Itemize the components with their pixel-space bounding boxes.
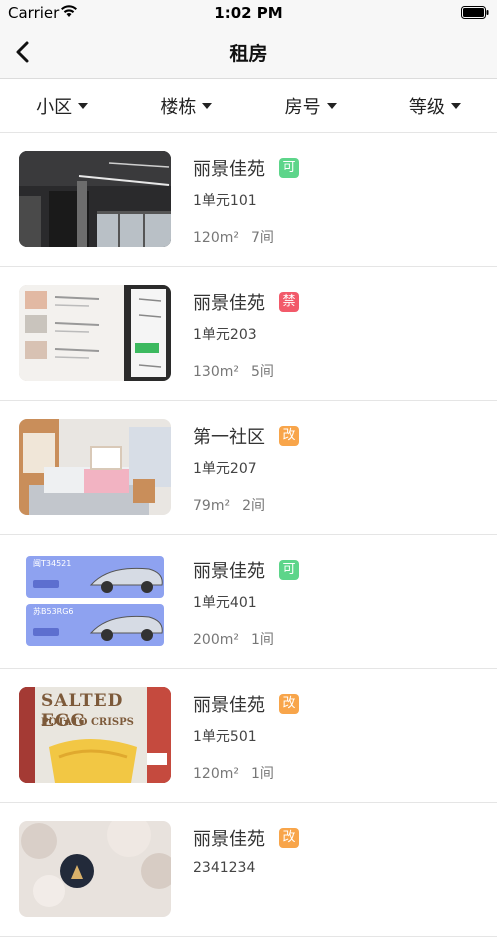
filter-label: 楼栋 bbox=[160, 96, 197, 118]
caret-down-icon bbox=[202, 102, 213, 109]
listing-area: 200m² bbox=[193, 632, 239, 648]
listing-thumbnail: SALTED EGG POTATO CRISPS bbox=[19, 687, 171, 783]
filter-label: 房号 bbox=[284, 96, 321, 118]
listing-unit: 1单元501 bbox=[193, 729, 257, 745]
listing-meta: 79m² 2间 bbox=[193, 495, 265, 515]
listing-unit: 1单元203 bbox=[193, 327, 257, 343]
filter-building[interactable]: 楼栋 bbox=[124, 79, 248, 132]
listing-area: 79m² bbox=[193, 498, 231, 514]
listing-unit: 1单元401 bbox=[193, 595, 257, 611]
listing-name: 丽景佳苑 bbox=[193, 695, 265, 716]
listing-row[interactable]: 丽景佳苑 禁 1单元203 130m² 5间 bbox=[0, 267, 497, 401]
filter-room-number[interactable]: 房号 bbox=[249, 79, 373, 132]
listing-row[interactable]: SALTED EGG POTATO CRISPS 丽景佳苑 改 1单元501 1… bbox=[0, 669, 497, 803]
listing-name: 丽景佳苑 bbox=[193, 829, 265, 850]
status-badge: 改 bbox=[279, 426, 299, 446]
filter-grade[interactable]: 等级 bbox=[373, 79, 497, 132]
listing-row[interactable]: 丽景佳苑 改 2341234 bbox=[0, 803, 497, 937]
status-badge: 改 bbox=[279, 828, 299, 848]
listing-name: 丽景佳苑 bbox=[193, 561, 265, 582]
listing-thumbnail bbox=[19, 285, 171, 381]
listing-meta: 200m² 1间 bbox=[193, 629, 274, 649]
package-text: POTATO CRISPS bbox=[41, 717, 134, 728]
status-bar: Carrier 1:02 PM bbox=[0, 0, 497, 26]
listing-thumbnail: 闽T34521 苏B53RG6 bbox=[19, 553, 171, 649]
car-card-plate: 苏B53RG6 bbox=[33, 607, 74, 616]
listing-meta: 130m² 5间 bbox=[193, 361, 274, 381]
listing-thumbnail bbox=[19, 151, 171, 247]
listing-thumbnail bbox=[19, 419, 171, 515]
listing-meta: 120m² 7间 bbox=[193, 227, 274, 247]
listing-row[interactable]: 第一社区 改 1单元207 79m² 2间 bbox=[0, 401, 497, 535]
listing-rooms: 2间 bbox=[242, 498, 265, 514]
listing-area: 120m² bbox=[193, 230, 239, 246]
listing-rooms: 5间 bbox=[250, 364, 274, 380]
listing-rooms: 1间 bbox=[250, 766, 274, 782]
listing-meta: 120m² 1间 bbox=[193, 763, 274, 783]
listing-area: 130m² bbox=[193, 364, 239, 380]
caret-down-icon bbox=[78, 102, 89, 109]
filter-bar: 小区 楼栋 房号 等级 bbox=[0, 79, 497, 133]
listing-row[interactable]: 丽景佳苑 可 1单元101 120m² 7间 bbox=[0, 133, 497, 267]
filter-community[interactable]: 小区 bbox=[0, 79, 124, 132]
listing-name: 丽景佳苑 bbox=[193, 293, 265, 314]
listing-name: 第一社区 bbox=[193, 427, 265, 448]
caret-down-icon bbox=[326, 102, 337, 109]
listing-row[interactable]: 闽T34521 苏B53RG6 丽景佳苑 可 1单元401 200m² 1间 bbox=[0, 535, 497, 669]
status-badge: 可 bbox=[279, 560, 299, 580]
battery-icon bbox=[461, 6, 489, 19]
listing-name: 丽景佳苑 bbox=[193, 159, 265, 180]
listing-unit: 2341234 bbox=[193, 860, 256, 876]
navigation-bar: 租房 bbox=[0, 26, 497, 79]
listing-list: 丽景佳苑 可 1单元101 120m² 7间 丽景佳苑 禁 1单元203 130… bbox=[0, 133, 497, 937]
page-title: 租房 bbox=[229, 43, 268, 65]
listing-rooms: 7间 bbox=[250, 230, 274, 246]
caret-down-icon bbox=[450, 102, 461, 109]
filter-label: 小区 bbox=[36, 96, 73, 118]
filter-label: 等级 bbox=[408, 96, 445, 118]
status-badge: 禁 bbox=[279, 292, 299, 312]
listing-unit: 1单元101 bbox=[193, 193, 257, 209]
status-badge: 可 bbox=[279, 158, 299, 178]
listing-rooms: 1间 bbox=[250, 632, 274, 648]
listing-thumbnail bbox=[19, 821, 171, 917]
listing-area: 120m² bbox=[193, 766, 239, 782]
listing-unit: 1单元207 bbox=[193, 461, 257, 477]
status-time: 1:02 PM bbox=[214, 4, 283, 22]
car-card-plate: 闽T34521 bbox=[33, 559, 72, 568]
status-badge: 改 bbox=[279, 694, 299, 714]
